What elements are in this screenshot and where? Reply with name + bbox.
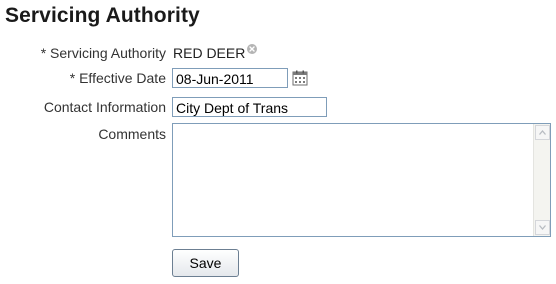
- contact-information-input[interactable]: [172, 97, 327, 117]
- calendar-icon: [292, 70, 308, 86]
- servicing-authority-value: RED DEER: [173, 45, 246, 61]
- chevron-down-icon: [539, 225, 546, 230]
- chevron-up-icon: [539, 130, 546, 135]
- contact-information-label: Contact Information: [43, 99, 166, 115]
- page-title: Servicing Authority: [5, 4, 200, 27]
- save-button[interactable]: Save: [172, 249, 239, 277]
- comments-label: Comments: [98, 126, 166, 142]
- scroll-down-button[interactable]: [535, 220, 550, 235]
- servicing-authority-label: * Servicing Authority: [40, 45, 166, 61]
- clear-x-circle-icon[interactable]: [247, 44, 257, 54]
- effective-date-input[interactable]: [172, 68, 288, 88]
- effective-date-label: * Effective Date: [69, 70, 166, 86]
- comments-field: [172, 123, 551, 237]
- scroll-up-button[interactable]: [535, 125, 550, 140]
- calendar-button[interactable]: [291, 69, 309, 87]
- comments-textarea[interactable]: [173, 124, 533, 236]
- comments-scrollbar[interactable]: [533, 124, 550, 236]
